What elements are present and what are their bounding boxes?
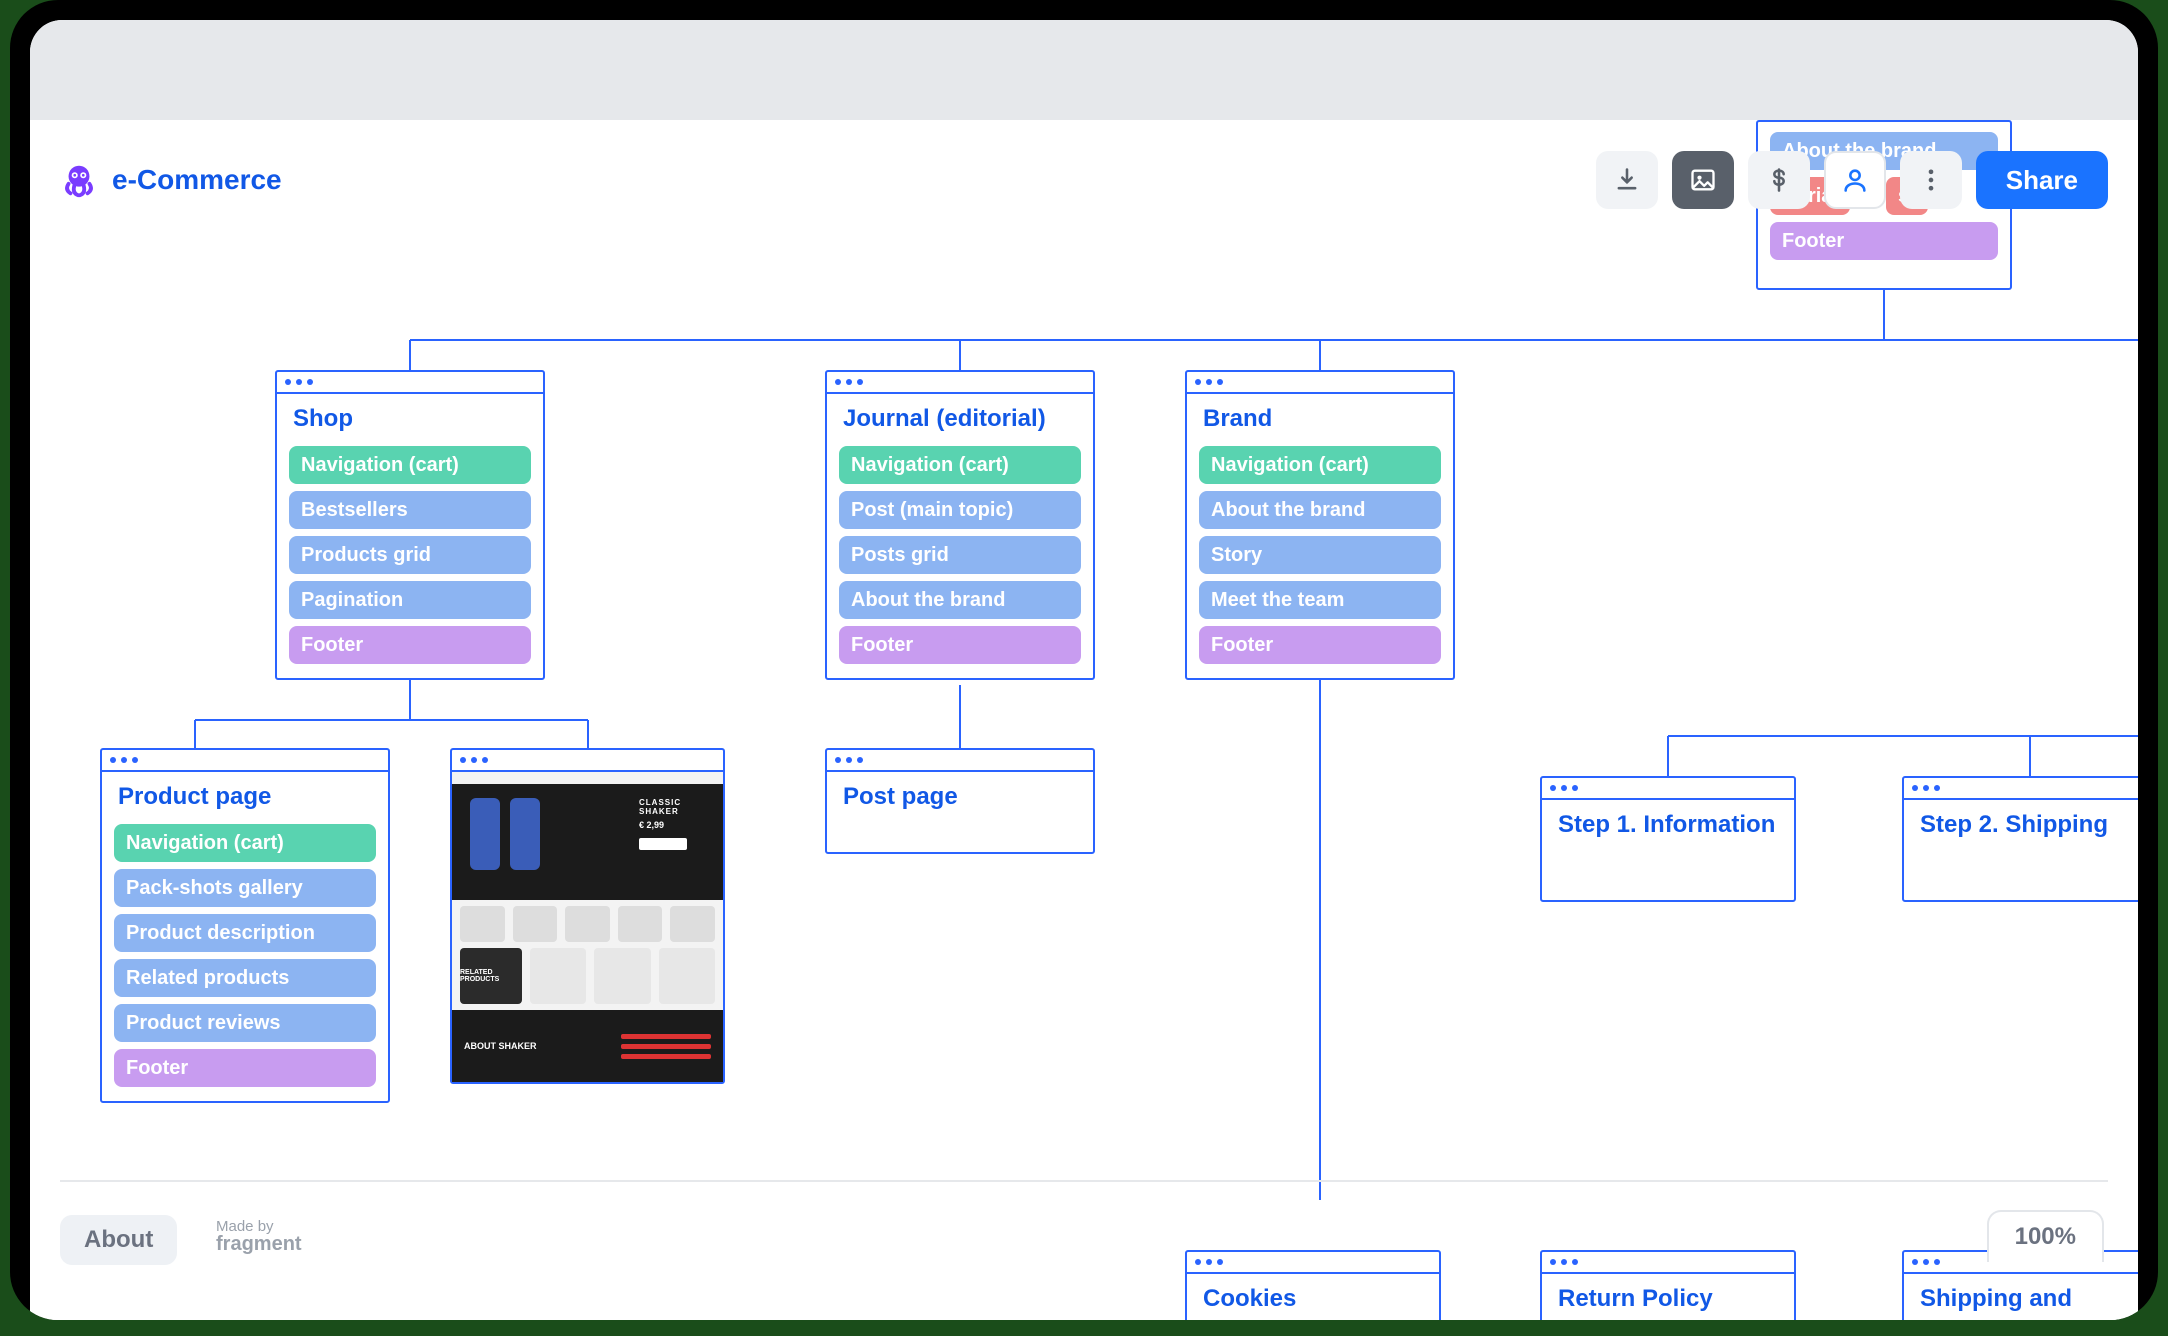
- connection-lines: [30, 120, 2138, 1320]
- row-story[interactable]: Story: [1199, 536, 1441, 574]
- card-post-page[interactable]: Post page: [825, 748, 1095, 854]
- thumb-hero-sub: SHAKER: [639, 807, 709, 816]
- row-navigation[interactable]: Navigation (cart): [1199, 446, 1441, 484]
- row-product-reviews[interactable]: Product reviews: [114, 1004, 376, 1042]
- card-title-bar: [277, 372, 543, 394]
- user-icon: [1841, 166, 1869, 194]
- card-title-bar: [1542, 778, 1794, 800]
- thumb-hero-price: € 2,99: [639, 820, 709, 830]
- dollar-icon: [1765, 166, 1793, 194]
- card-title: Shipping and: [1904, 1274, 2138, 1320]
- card-thumbnail-preview[interactable]: CLASSIC SHAKER € 2,99 RELATED PRODUCTS: [450, 748, 725, 1084]
- device-frame: About the brand torial s) Footer Shop Na…: [10, 0, 2158, 1320]
- card-title: Shop: [277, 394, 543, 446]
- image-mode-button[interactable]: [1672, 151, 1734, 209]
- more-button[interactable]: [1900, 151, 1962, 209]
- thumbnail-body: CLASSIC SHAKER € 2,99 RELATED PRODUCTS: [452, 772, 723, 1082]
- app-header: e-Commerce: [30, 120, 2138, 240]
- card-title-bar: [1542, 1252, 1794, 1274]
- card-title: Step 1. Information: [1542, 800, 1794, 852]
- thumb-related-label: RELATED PRODUCTS: [460, 948, 522, 1004]
- thumb-hero-title: CLASSIC: [639, 798, 709, 807]
- row-footer[interactable]: Footer: [839, 626, 1081, 664]
- share-button[interactable]: Share: [1976, 151, 2108, 209]
- footer-divider: [60, 1180, 2108, 1182]
- row-navigation[interactable]: Navigation (cart): [839, 446, 1081, 484]
- card-title: Product page: [102, 772, 388, 824]
- row-bestsellers[interactable]: Bestsellers: [289, 491, 531, 529]
- row-posts-grid[interactable]: Posts grid: [839, 536, 1081, 574]
- card-product-page[interactable]: Product page Navigation (cart) Pack-shot…: [100, 748, 390, 1103]
- sitemap-canvas[interactable]: About the brand torial s) Footer Shop Na…: [30, 120, 2138, 1320]
- browser-chrome-bar: [30, 20, 2138, 120]
- account-button[interactable]: [1824, 151, 1886, 209]
- card-shop[interactable]: Shop Navigation (cart) Bestsellers Produ…: [275, 370, 545, 680]
- pricing-button[interactable]: [1748, 151, 1810, 209]
- about-button[interactable]: About: [60, 1215, 177, 1265]
- thumb-cta: [639, 838, 687, 850]
- download-button[interactable]: [1596, 151, 1658, 209]
- card-title-bar: [1904, 778, 2138, 800]
- card-title-bar: [827, 750, 1093, 772]
- row-meet-the-team[interactable]: Meet the team: [1199, 581, 1441, 619]
- image-icon: [1689, 166, 1717, 194]
- row-related-products[interactable]: Related products: [114, 959, 376, 997]
- row-about-the-brand[interactable]: About the brand: [839, 581, 1081, 619]
- thumb-about-label: ABOUT SHAKER: [464, 1041, 537, 1051]
- card-title-bar: [1187, 372, 1453, 394]
- card-title-bar: [452, 750, 723, 772]
- more-vertical-icon: [1917, 166, 1945, 194]
- card-step-2-shipping[interactable]: Step 2. Shipping: [1902, 776, 2138, 902]
- row-products-grid[interactable]: Products grid: [289, 536, 531, 574]
- row-footer[interactable]: Footer: [114, 1049, 376, 1087]
- screen: About the brand torial s) Footer Shop Na…: [30, 20, 2138, 1320]
- download-icon: [1613, 166, 1641, 194]
- row-footer[interactable]: Footer: [1199, 626, 1441, 664]
- card-title: Step 2. Shipping: [1904, 800, 2138, 852]
- card-title: Brand: [1187, 394, 1453, 446]
- row-navigation[interactable]: Navigation (cart): [114, 824, 376, 862]
- row-product-description[interactable]: Product description: [114, 914, 376, 952]
- card-step-1-information[interactable]: Step 1. Information: [1540, 776, 1796, 902]
- row-navigation[interactable]: Navigation (cart): [289, 446, 531, 484]
- made-by-label: Made by fragment: [216, 1218, 302, 1256]
- card-title: Return Policy: [1542, 1274, 1794, 1320]
- app-title: e-Commerce: [112, 164, 282, 196]
- card-brand[interactable]: Brand Navigation (cart) About the brand …: [1185, 370, 1455, 680]
- card-cookies[interactable]: Cookies: [1185, 1250, 1441, 1320]
- card-title-bar: [827, 372, 1093, 394]
- row-footer[interactable]: Footer: [289, 626, 531, 664]
- card-return-policy[interactable]: Return Policy: [1540, 1250, 1796, 1320]
- row-about-the-brand[interactable]: About the brand: [1199, 491, 1441, 529]
- card-title: Journal (editorial): [827, 394, 1093, 446]
- card-title: Cookies: [1187, 1274, 1439, 1320]
- row-post-main-topic[interactable]: Post (main topic): [839, 491, 1081, 529]
- header-actions: Share: [1596, 151, 2108, 209]
- made-by-brand: fragment: [216, 1233, 302, 1256]
- row-pagination[interactable]: Pagination: [289, 581, 531, 619]
- card-title: Post page: [827, 772, 1093, 824]
- app-surface: About the brand torial s) Footer Shop Na…: [30, 120, 2138, 1320]
- zoom-indicator[interactable]: 100%: [1987, 1210, 2104, 1262]
- card-journal[interactable]: Journal (editorial) Navigation (cart) Po…: [825, 370, 1095, 680]
- card-title-bar: [102, 750, 388, 772]
- octopus-logo-icon: [60, 161, 98, 199]
- row-pack-shots-gallery[interactable]: Pack-shots gallery: [114, 869, 376, 907]
- card-title-bar: [1187, 1252, 1439, 1274]
